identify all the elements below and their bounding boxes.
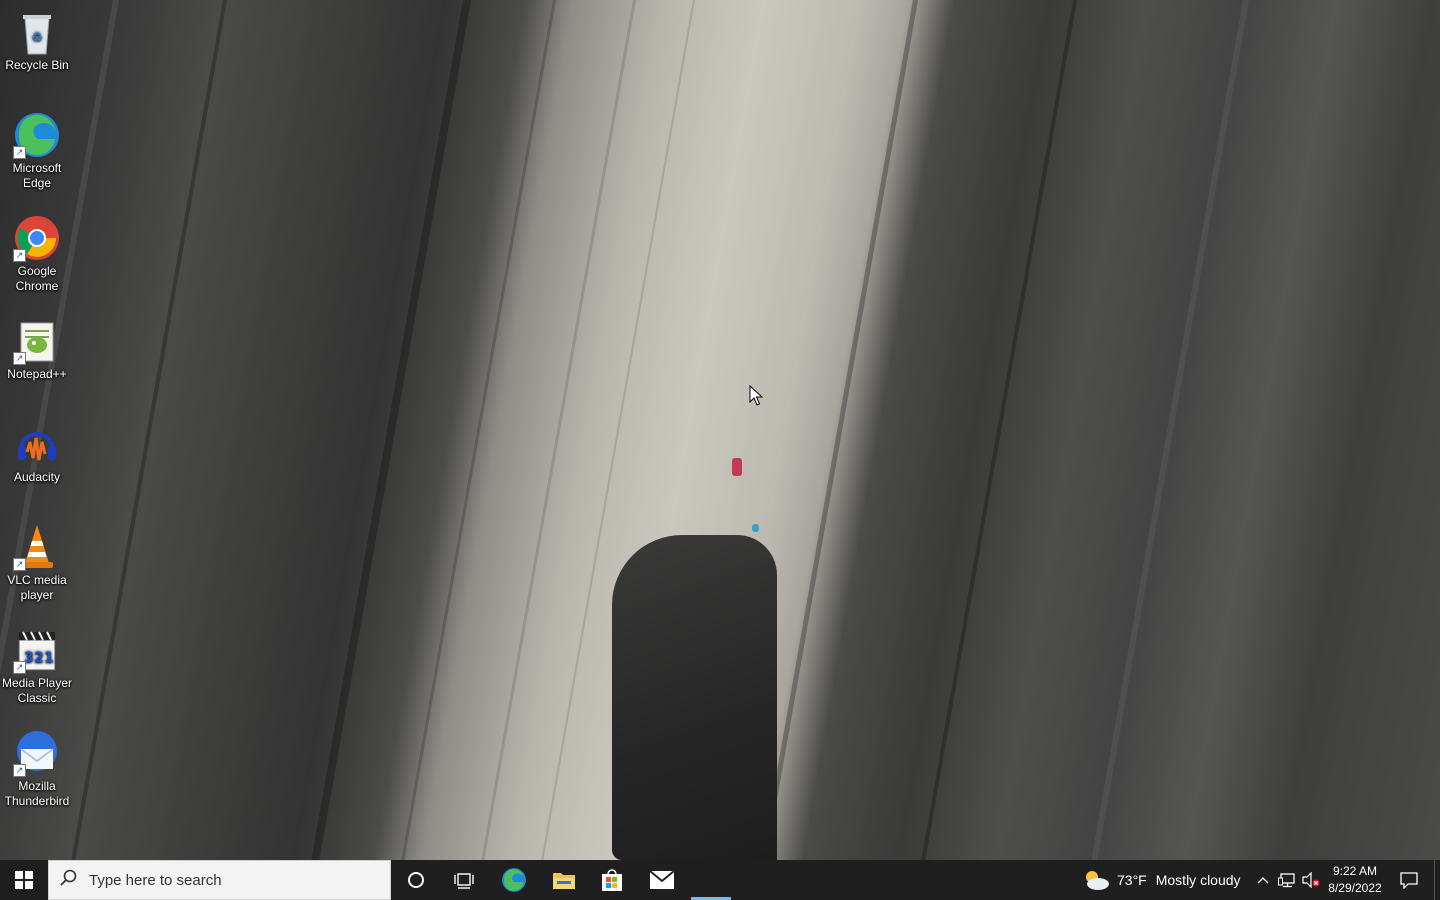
network-button[interactable] (1276, 860, 1298, 900)
desktop-icon-edge[interactable]: ↗ Microsoft Edge (0, 111, 74, 191)
shortcut-arrow-icon: ↗ (13, 661, 26, 674)
weather-condition: Mostly cloudy (1155, 872, 1241, 888)
file-explorer-button[interactable] (540, 860, 588, 900)
action-center-icon (1400, 872, 1418, 889)
taskbar-edge-button[interactable] (490, 860, 538, 900)
shortcut-arrow-icon: ↗ (13, 146, 26, 159)
audacity-icon (13, 420, 61, 468)
show-hidden-icons-button[interactable] (1252, 860, 1274, 900)
mail-button[interactable] (638, 860, 686, 900)
task-view-icon (454, 873, 474, 889)
desktop-icon-label: Google Chrome (15, 264, 59, 293)
volume-muted-icon (1302, 872, 1320, 888)
desktop-icon-vlc[interactable]: ↗ VLC media player (0, 523, 74, 603)
weather-widget[interactable]: 73°F Mostly cloudy (1082, 860, 1246, 900)
microsoft-store-button[interactable] (588, 860, 636, 900)
desktop-icon-chrome[interactable]: ↗ Google Chrome (0, 214, 74, 294)
action-center-button[interactable] (1392, 860, 1426, 900)
mail-icon (649, 870, 675, 889)
desktop-icon-mpc[interactable]: 3 2 1 ↗ Media Player Classic (0, 626, 74, 706)
desktop-wallpaper[interactable]: ♻ Recycle Bin ↗ Microsoft Edge ↗ Google … (0, 0, 1440, 860)
desktop-icon-label: Mozilla Thunderbird (4, 779, 70, 808)
store-icon (602, 869, 622, 891)
network-icon (1278, 873, 1295, 888)
clock[interactable]: 9:22 AM 8/29/2022 (1322, 863, 1388, 897)
shortcut-arrow-icon: ↗ (13, 249, 26, 262)
desktop-icon-label: VLC media player (7, 573, 67, 602)
cortana-button[interactable] (392, 860, 440, 900)
folder-icon (553, 873, 575, 889)
taskbar: Type here to search 73°F Mostly cloudy 9… (0, 860, 1440, 900)
desktop-icon-audacity[interactable]: Audacity (0, 420, 74, 485)
recycle-bin-icon: ♻ (13, 8, 61, 56)
thunderbird-icon: ↗ (13, 729, 61, 777)
edge-icon (502, 868, 526, 892)
start-button[interactable] (0, 860, 48, 900)
chevron-up-icon (1257, 877, 1269, 884)
clock-time: 9:22 AM (1332, 864, 1378, 878)
shortcut-arrow-icon: ↗ (13, 764, 26, 777)
edge-icon: ↗ (13, 111, 61, 159)
task-view-button[interactable] (440, 860, 488, 900)
svg-text:♻: ♻ (32, 30, 43, 44)
desktop-icon-recycle-bin[interactable]: ♻ Recycle Bin (0, 8, 74, 73)
search-icon (49, 869, 89, 891)
mpc-icon: 3 2 1 ↗ (13, 626, 61, 674)
mouse-pointer-icon (749, 384, 764, 412)
weather-temp: 73°F (1117, 872, 1147, 888)
climber-figure (732, 458, 742, 476)
desktop-icon-label: Microsoft Edge (12, 161, 62, 190)
desktop-icon-notepadpp[interactable]: ↗ Notepad++ (0, 317, 74, 382)
notepadpp-icon: ↗ (13, 317, 61, 365)
partly-cloudy-icon (1086, 871, 1109, 890)
climber-figure (752, 524, 759, 532)
search-placeholder: Type here to search (89, 871, 222, 889)
chrome-icon: ↗ (13, 214, 61, 262)
desktop-icon-label: Recycle Bin (5, 58, 69, 72)
shortcut-arrow-icon: ↗ (13, 558, 26, 571)
vlc-icon: ↗ (13, 523, 61, 571)
desktop-icon-thunderbird[interactable]: ↗ Mozilla Thunderbird (0, 729, 74, 809)
rock-boulder (612, 535, 777, 860)
windows-start-icon (15, 871, 33, 889)
show-desktop-button[interactable] (1434, 860, 1440, 900)
svg-text:2: 2 (34, 650, 44, 666)
clock-date: 8/29/2022 (1328, 881, 1382, 895)
volume-button[interactable] (1300, 860, 1322, 900)
desktop-icon-label: Media Player Classic (1, 676, 73, 705)
desktop-icon-label: Notepad++ (7, 367, 67, 381)
svg-text:1: 1 (44, 650, 54, 666)
desktop-icon-label: Audacity (13, 470, 61, 484)
cortana-circle-icon (408, 872, 424, 888)
shortcut-arrow-icon: ↗ (13, 352, 26, 365)
search-box[interactable]: Type here to search (48, 860, 391, 900)
